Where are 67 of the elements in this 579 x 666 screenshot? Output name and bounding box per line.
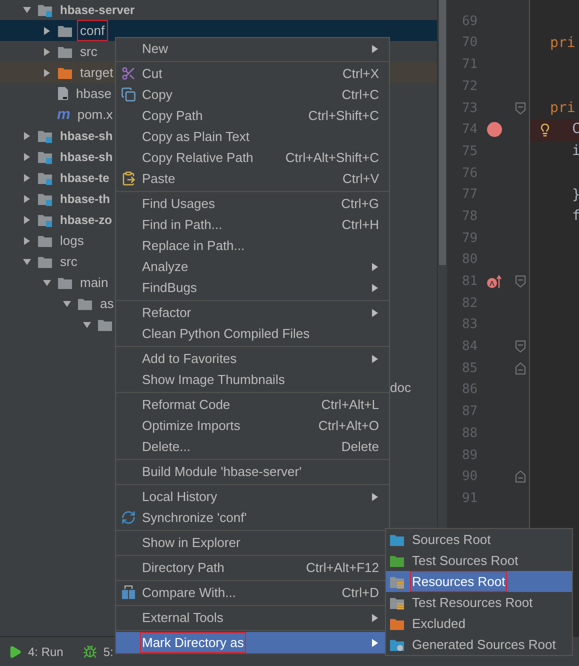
menu-item-label: Refactor xyxy=(141,304,192,322)
tree-label: as xyxy=(99,294,115,313)
shortcut-text: Ctrl+G xyxy=(341,194,379,213)
menu-item-label: Compare With... xyxy=(141,584,237,602)
menu-item-label: Cut xyxy=(141,64,164,83)
shortcut-text: Ctrl+H xyxy=(342,216,379,234)
tree-label: doc xyxy=(390,378,411,397)
menu-item-label: Replace in Path... xyxy=(141,236,246,255)
menu-item-label: Optimize Imports xyxy=(141,416,242,435)
code-text: pri xyxy=(550,98,576,118)
tree-label: hbase-zo xyxy=(59,212,114,228)
shortcut-text: Ctrl+D xyxy=(342,584,379,602)
tree-label: hbase-server xyxy=(59,2,136,18)
menu-item-label: Analyze xyxy=(141,258,190,276)
menu-item-label: Build Module 'hbase-server' xyxy=(141,462,303,481)
tree-label: main xyxy=(79,274,110,292)
shortcut-text: Ctrl+Alt+F12 xyxy=(306,558,379,577)
shortcut-text: Ctrl+Alt+O xyxy=(318,416,379,435)
menu-item-label: Sources Root xyxy=(411,530,492,549)
code-text: } xyxy=(572,186,579,205)
menu-item-label: Add to Favorites xyxy=(141,350,238,368)
code-text: pri xyxy=(550,34,576,53)
menu-item-label: External Tools xyxy=(141,608,224,627)
menu-item-label: Local History xyxy=(141,488,218,506)
tree-label: hbase xyxy=(75,84,112,103)
menu-item-label: Copy as Plain Text xyxy=(141,128,250,146)
menu-item-label: Test Resources Root xyxy=(411,594,534,612)
menu-item-label: Paste xyxy=(141,170,176,188)
tree-label: hbase-th xyxy=(59,190,112,208)
menu-item-label: FindBugs xyxy=(141,278,198,297)
menu-item-label: Copy Relative Path xyxy=(141,148,254,167)
maven-icon: m xyxy=(57,107,70,122)
code-text: f xyxy=(572,207,579,226)
menu-item-label: Synchronize 'conf' xyxy=(141,508,248,527)
menu-item-label: Find in Path... xyxy=(141,216,224,234)
menu-item-label: Copy xyxy=(141,86,174,104)
shortcut-text: Delete xyxy=(341,438,379,456)
tree-label: hbase-sh xyxy=(59,148,114,166)
tree-label: src xyxy=(79,42,98,61)
menu-item-label: Excluded xyxy=(411,614,466,633)
menu-item-label: Directory Path xyxy=(141,558,226,577)
shortcut-text: Ctrl+Alt+Shift+C xyxy=(285,148,379,167)
shortcut-text: Ctrl+V xyxy=(342,170,379,188)
tree-label: src xyxy=(59,252,78,271)
shortcut-text: Ctrl+C xyxy=(342,86,379,104)
menu-item-label: Show in Explorer xyxy=(141,534,242,552)
menu-item-label: Resources Root xyxy=(411,572,506,592)
menu-item-label: Clean Python Compiled Files xyxy=(141,324,311,343)
menu-item-label: Copy Path xyxy=(141,106,204,125)
shortcut-text: Ctrl+Shift+C xyxy=(308,106,379,125)
tree-label: conf xyxy=(78,20,107,40)
tree-label: hbase-sh xyxy=(59,128,114,144)
tree-label: logs xyxy=(59,232,85,250)
menu-item-label: Find Usages xyxy=(141,194,216,213)
menu-item-label: Mark Directory as xyxy=(141,632,245,652)
menu-item-label: Delete... xyxy=(141,438,192,456)
tree-label: pom.x xyxy=(76,106,114,124)
menu-item-label: Test Sources Root xyxy=(411,552,520,570)
menu-item-label: New xyxy=(141,40,170,58)
tree-label: hbase-te xyxy=(59,170,110,186)
shortcut-text: Ctrl+X xyxy=(342,64,379,83)
menu-item-label: Reformat Code xyxy=(141,396,232,414)
menu-item-label: Show Image Thumbnails xyxy=(141,370,286,389)
code-text: C xyxy=(572,120,579,140)
shortcut-text: Ctrl+Alt+L xyxy=(321,396,379,414)
tree-label: target xyxy=(79,64,114,82)
menu-item-label: Generated Sources Root xyxy=(411,636,557,654)
